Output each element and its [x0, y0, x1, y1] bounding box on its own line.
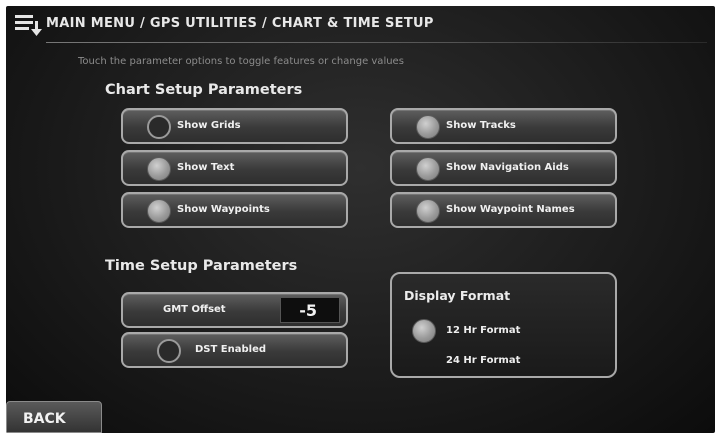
radio-on-icon: [147, 157, 171, 181]
gmt-offset-value: -5: [299, 301, 317, 320]
show-waypoints-toggle[interactable]: Show Waypoints: [121, 192, 348, 228]
header-divider: [46, 42, 707, 43]
display-format-panel: Display Format 12 Hr Format 24 Hr Format: [390, 272, 617, 378]
radio-on-icon: [147, 199, 171, 223]
back-label: BACK: [23, 411, 66, 427]
breadcrumb: MAIN MENU / GPS UTILITIES / CHART & TIME…: [46, 16, 434, 31]
display-format-title: Display Format: [404, 288, 511, 303]
show-grids-toggle[interactable]: Show Grids: [121, 108, 348, 144]
format-24hr-option[interactable]: 24 Hr Format: [392, 348, 615, 374]
instructions-text: Touch the parameter options to toggle fe…: [78, 56, 404, 67]
gmt-offset-label: GMT Offset: [163, 304, 226, 315]
gmt-offset-control[interactable]: GMT Offset -5: [121, 292, 348, 328]
show-waypoint-names-label: Show Waypoint Names: [446, 204, 575, 215]
title-bar: MAIN MENU / GPS UTILITIES / CHART & TIME…: [6, 6, 715, 42]
radio-off-icon: [147, 115, 171, 139]
show-text-toggle[interactable]: Show Text: [121, 150, 348, 186]
show-grids-label: Show Grids: [177, 120, 241, 131]
back-button[interactable]: BACK: [6, 401, 102, 433]
format-12hr-label: 12 Hr Format: [446, 325, 521, 336]
dst-enabled-toggle[interactable]: DST Enabled: [121, 332, 348, 368]
show-text-label: Show Text: [177, 162, 235, 173]
format-24hr-label: 24 Hr Format: [446, 355, 521, 366]
dst-enabled-label: DST Enabled: [195, 344, 267, 355]
time-setup-heading: Time Setup Parameters: [105, 258, 298, 274]
radio-on-icon: [416, 199, 440, 223]
gmt-offset-value-box[interactable]: -5: [280, 297, 340, 323]
radio-off-icon: [157, 339, 181, 363]
screen: MAIN MENU / GPS UTILITIES / CHART & TIME…: [6, 6, 715, 433]
radio-selected-icon: [412, 319, 436, 343]
radio-on-icon: [416, 115, 440, 139]
chart-setup-heading: Chart Setup Parameters: [105, 82, 303, 98]
show-tracks-toggle[interactable]: Show Tracks: [390, 108, 617, 144]
show-navigation-aids-label: Show Navigation Aids: [446, 162, 569, 173]
menu-stack-icon[interactable]: [14, 13, 44, 37]
show-waypoints-label: Show Waypoints: [177, 204, 270, 215]
show-waypoint-names-toggle[interactable]: Show Waypoint Names: [390, 192, 617, 228]
show-tracks-label: Show Tracks: [446, 120, 516, 131]
radio-on-icon: [416, 157, 440, 181]
format-12hr-option[interactable]: 12 Hr Format: [392, 318, 615, 344]
show-navigation-aids-toggle[interactable]: Show Navigation Aids: [390, 150, 617, 186]
